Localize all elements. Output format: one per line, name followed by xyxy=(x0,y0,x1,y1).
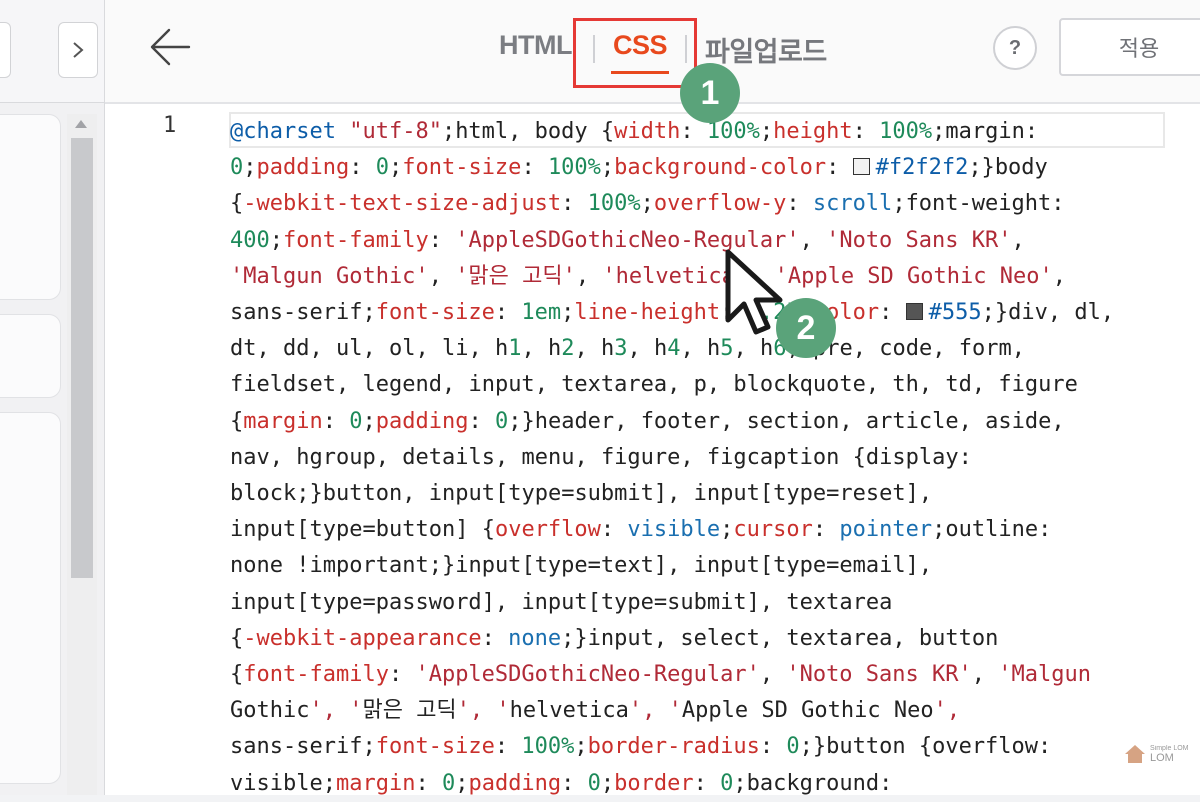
apply-button[interactable]: 적용 xyxy=(1059,18,1200,76)
help-button[interactable]: ? xyxy=(993,26,1037,70)
chevron-right-icon xyxy=(73,42,84,58)
back-arrow-icon[interactable] xyxy=(149,26,191,68)
left-panel-header xyxy=(0,0,104,103)
color-swatch xyxy=(852,158,870,176)
list-card[interactable] xyxy=(0,314,61,398)
left-search-field[interactable] xyxy=(0,22,11,78)
list-card[interactable] xyxy=(0,412,61,784)
watermark-brand: LOM xyxy=(1150,751,1174,764)
house-logo-icon xyxy=(1125,745,1145,763)
annotation-badge-1: 1 xyxy=(680,63,740,123)
tab-html[interactable]: HTML xyxy=(499,30,572,61)
code-editor[interactable]: 1 @charset "utf-8";html, body {width: 10… xyxy=(105,104,1200,796)
expand-button[interactable] xyxy=(58,22,98,78)
line-gutter: 1 xyxy=(105,104,205,795)
left-panel xyxy=(0,0,105,795)
scroll-up-icon[interactable] xyxy=(75,120,87,128)
editor-header: HTML CSS 파일업로드 ? 적용 xyxy=(105,0,1200,104)
line-number: 1 xyxy=(163,113,177,138)
color-swatch xyxy=(905,303,923,321)
css-code[interactable]: @charset "utf-8";html, body {width: 100%… xyxy=(230,114,1190,802)
tab-file-upload[interactable]: 파일업로드 xyxy=(705,30,827,69)
annotation-highlight-box xyxy=(573,18,697,88)
list-card[interactable] xyxy=(0,114,61,300)
watermark: Simple LOM LOM xyxy=(1124,744,1189,764)
left-scrollbar[interactable] xyxy=(67,114,97,795)
annotation-badge-2: 2 xyxy=(776,298,836,358)
scroll-thumb[interactable] xyxy=(71,138,93,578)
